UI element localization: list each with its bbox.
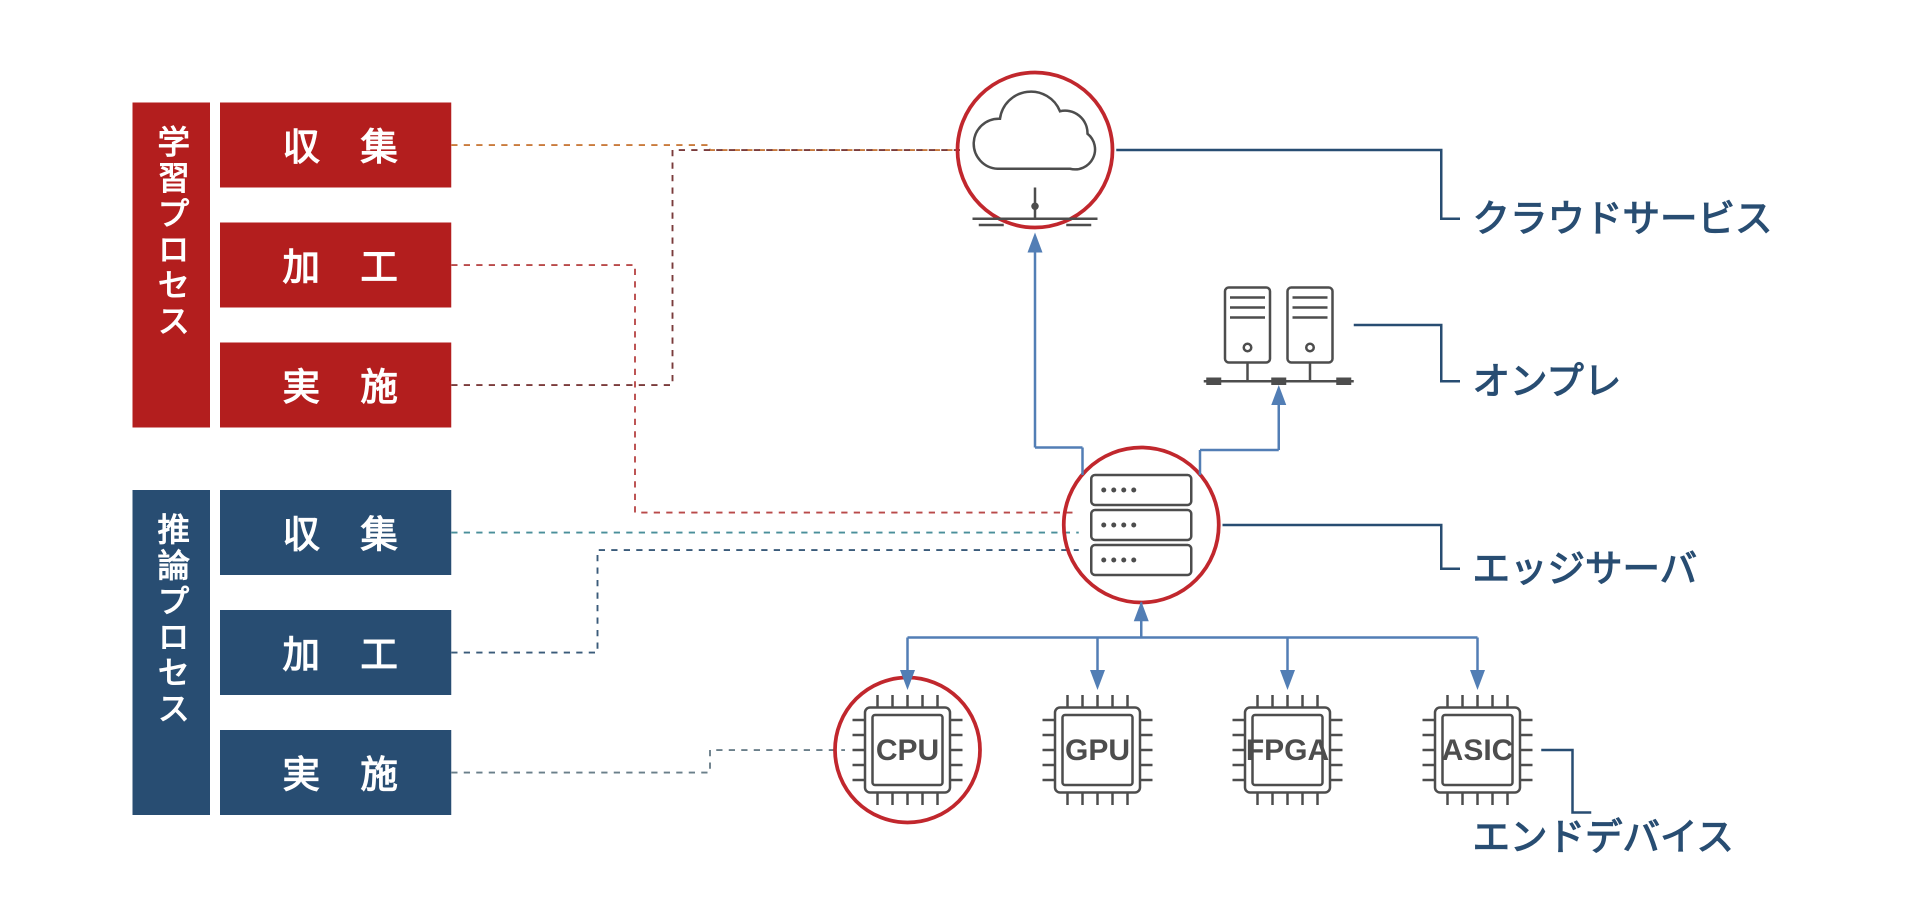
learning-step-0-label: 収 集 <box>283 126 413 168</box>
learning-step-1-label: 加 工 <box>283 246 413 288</box>
learning-header-label: 学習プロセス <box>153 124 189 340</box>
learning-process-group: 学習プロセス 収 集 加 工 実 施 <box>133 103 452 428</box>
connector-inf-execute <box>451 750 845 773</box>
chip-fpga-label: FPGA <box>1246 734 1329 767</box>
chip-gpu: GPU <box>1043 695 1153 805</box>
inference-step-1-label: 加 工 <box>283 634 413 676</box>
label-end: エンドデバイス <box>1473 816 1734 858</box>
cloud-icon <box>958 73 1113 228</box>
inference-step-2-label: 実 施 <box>283 754 413 796</box>
inference-step-0-label: 収 集 <box>283 514 413 556</box>
inference-process-group: 推論プロセス 収 集 加 工 実 施 <box>133 490 452 815</box>
connector-learn-execute <box>451 150 960 385</box>
chip-cpu-label: CPU <box>876 734 939 767</box>
learning-step-2-label: 実 施 <box>283 366 413 408</box>
chip-cpu: CPU <box>835 678 980 823</box>
label-edge: エッジサーバ <box>1473 547 1698 589</box>
label-cloud: クラウドサービス <box>1473 197 1773 239</box>
architecture-diagram: 学習プロセス 収 集 加 工 実 施 推論プロセス 収 集 加 工 実 施 <box>0 0 1920 900</box>
onprem-icon <box>1204 288 1354 386</box>
chip-asic-label: ASIC <box>1442 734 1514 767</box>
edge-server-icon <box>1064 448 1219 603</box>
connector-learn-process <box>451 265 1079 513</box>
topology-lines <box>908 238 1478 686</box>
chip-asic: ASIC <box>1423 695 1533 805</box>
label-onprem: オンプレ <box>1473 360 1622 402</box>
chip-fpga: FPGA <box>1233 695 1343 805</box>
inference-header-label: 推論プロセス <box>153 512 189 727</box>
chip-gpu-label: GPU <box>1065 734 1130 767</box>
